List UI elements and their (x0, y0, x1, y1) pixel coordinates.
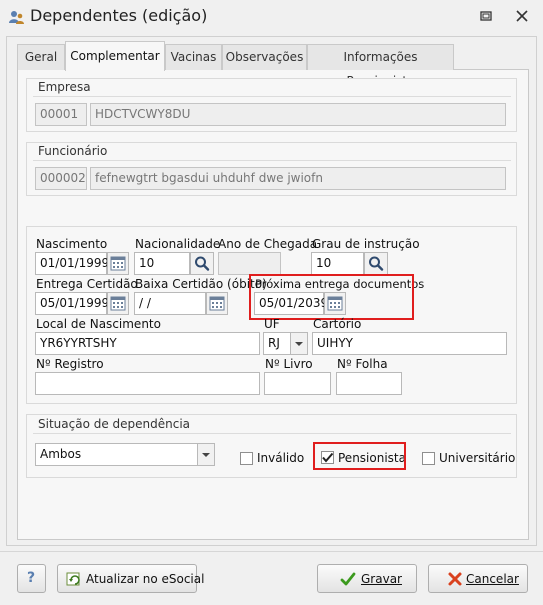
x-icon (447, 571, 463, 590)
atualizar-esocial-label: Atualizar no eSocial (86, 572, 205, 586)
cartorio-field[interactable]: UIHYY (312, 332, 507, 355)
save-label: Gravar (361, 572, 402, 586)
situacao-title: Situação de dependência (38, 417, 191, 431)
invalido-checkbox[interactable] (240, 452, 253, 465)
local-nascimento-label: Local de Nascimento (36, 317, 161, 331)
tab-observacoes[interactable]: Observações (222, 44, 307, 70)
app-icon (8, 9, 24, 25)
help-icon: ? (27, 570, 36, 586)
folha-label: Nº Folha (337, 357, 388, 371)
situacao-select[interactable]: Ambos (35, 443, 198, 466)
universitario-checkbox[interactable] (422, 452, 435, 465)
empresa-title: Empresa (38, 80, 91, 94)
registro-field[interactable] (35, 372, 260, 395)
nacionalidade-label: Nacionalidade (135, 237, 221, 251)
atualizar-esocial-button[interactable]: Atualizar no eSocial (57, 564, 204, 593)
grau-instrucao-field[interactable]: 10 (311, 252, 364, 275)
funcionario-name-field: fefnewgtrt bgasdui uhduhf dwe jwiofn (90, 167, 506, 190)
nascimento-field[interactable]: 01/01/1999 (35, 252, 109, 275)
grau-instrucao-label: Grau de instrução (312, 237, 420, 251)
livro-field[interactable] (264, 372, 331, 395)
funcionario-title: Funcionário (38, 144, 108, 158)
restore-icon[interactable] (478, 8, 494, 24)
calendar-icon[interactable] (107, 252, 129, 275)
check-icon (340, 571, 356, 590)
cancel-label: Cancelar (466, 572, 519, 586)
help-button[interactable]: ? (17, 564, 46, 593)
window-title: Dependentes (edição) (30, 6, 208, 25)
registro-label: Nº Registro (36, 357, 104, 371)
baixa-certidao-field[interactable]: / / (134, 292, 206, 315)
empresa-code-field: 00001 (35, 103, 87, 126)
uf-select[interactable]: RJ (263, 332, 291, 355)
cartorio-label: Cartório (313, 317, 362, 331)
calendar-icon[interactable] (107, 292, 129, 315)
tab-geral[interactable]: Geral (17, 44, 65, 70)
tab-complementar[interactable]: Complementar (65, 41, 165, 71)
entrega-certidao-label: Entrega Certidão (36, 277, 138, 291)
cancel-button[interactable]: Cancelar (428, 564, 528, 593)
funcionario-code-field: 000002 (35, 167, 87, 190)
nacionalidade-field[interactable]: 10 (134, 252, 190, 275)
highlight-box (313, 442, 406, 470)
entrega-certidao-field[interactable]: 05/01/1999 (35, 292, 109, 315)
tab-vacinas[interactable]: Vacinas (165, 44, 222, 70)
ano-chegada-field (218, 252, 281, 275)
local-nascimento-field[interactable]: YR6YYRTSHY (35, 332, 260, 355)
baixa-certidao-label: Baixa Certidão (óbito) (135, 277, 267, 291)
folha-field[interactable] (336, 372, 402, 395)
chevron-down-icon[interactable] (197, 443, 215, 466)
situacao-divider (33, 433, 511, 434)
tab-informacoes-pensionista[interactable]: Informações Pensionista (307, 44, 454, 88)
search-icon[interactable] (190, 252, 214, 275)
close-icon[interactable] (514, 8, 530, 24)
refresh-icon (66, 571, 82, 590)
invalido-label: Inválido (257, 451, 305, 465)
uf-label: UF (264, 317, 280, 331)
ano-chegada-label: Ano de Chegada (218, 237, 318, 251)
save-button[interactable]: Gravar (317, 564, 417, 593)
footer-divider (0, 551, 543, 552)
empresa-divider (33, 96, 511, 97)
universitario-label: Universitário (439, 451, 516, 465)
search-icon[interactable] (364, 252, 388, 275)
chevron-down-icon[interactable] (290, 332, 308, 355)
livro-label: Nº Livro (265, 357, 313, 371)
calendar-icon[interactable] (206, 292, 228, 315)
funcionario-divider (33, 160, 511, 161)
highlight-box (249, 274, 414, 320)
nascimento-label: Nascimento (36, 237, 108, 251)
empresa-name-field: HDCTVCWY8DU (90, 103, 506, 126)
